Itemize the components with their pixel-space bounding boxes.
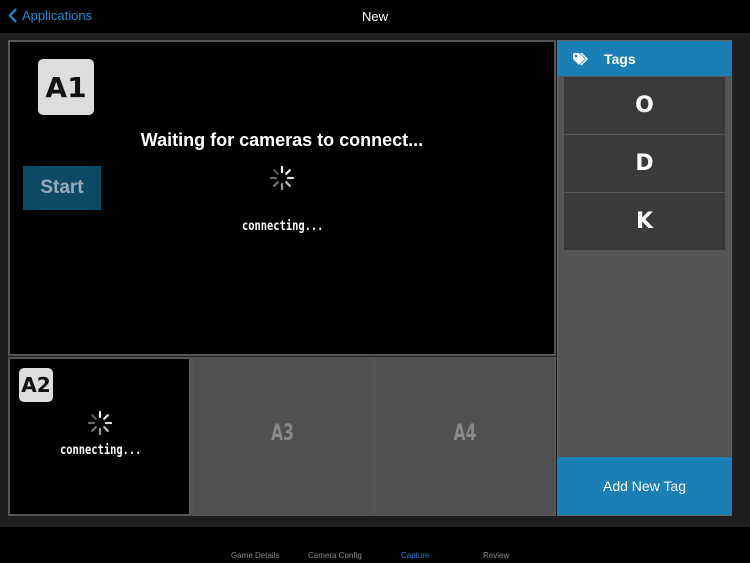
navigation-bar: Applications New: [0, 0, 750, 33]
tab-game-details[interactable]: Game Details: [231, 551, 279, 560]
tag-item[interactable]: O: [564, 77, 725, 134]
camera-view-a3[interactable]: A3: [191, 357, 374, 516]
start-button[interactable]: Start: [23, 166, 101, 210]
tag-item[interactable]: K: [564, 193, 725, 250]
tab-bar: Game Details Camera Config Capture Revie…: [0, 527, 750, 563]
tab-review[interactable]: Review: [483, 551, 509, 560]
tags-panel: Tags O D K Add New Tag: [557, 40, 732, 516]
camera-badge-a2: A2: [19, 368, 53, 402]
tab-camera-config[interactable]: Camera Config: [308, 551, 362, 560]
camera-view-a4[interactable]: A4: [374, 357, 556, 516]
tags-icon: [573, 51, 589, 66]
camera-badge-a1: A1: [38, 59, 94, 115]
main-camera-view[interactable]: A1 Waiting for cameras to connect... Sta…: [8, 40, 556, 356]
waiting-status: Waiting for cameras to connect...: [140, 130, 424, 150]
tags-title: Tags: [604, 50, 636, 67]
connecting-status: connecting...: [242, 219, 324, 234]
spinner-icon: [87, 410, 113, 436]
add-new-tag-button[interactable]: Add New Tag: [558, 457, 731, 515]
tags-header: Tags: [558, 41, 731, 76]
spinner-icon: [269, 165, 295, 191]
tab-capture[interactable]: Capture: [401, 551, 429, 560]
tag-item[interactable]: D: [564, 135, 725, 192]
camera-label-a4: A4: [453, 421, 477, 446]
connecting-status: connecting...: [60, 443, 142, 458]
camera-view-a2[interactable]: A2 connecting...: [8, 357, 191, 516]
page-title: New: [361, 9, 388, 24]
camera-label-a3: A3: [271, 421, 294, 446]
